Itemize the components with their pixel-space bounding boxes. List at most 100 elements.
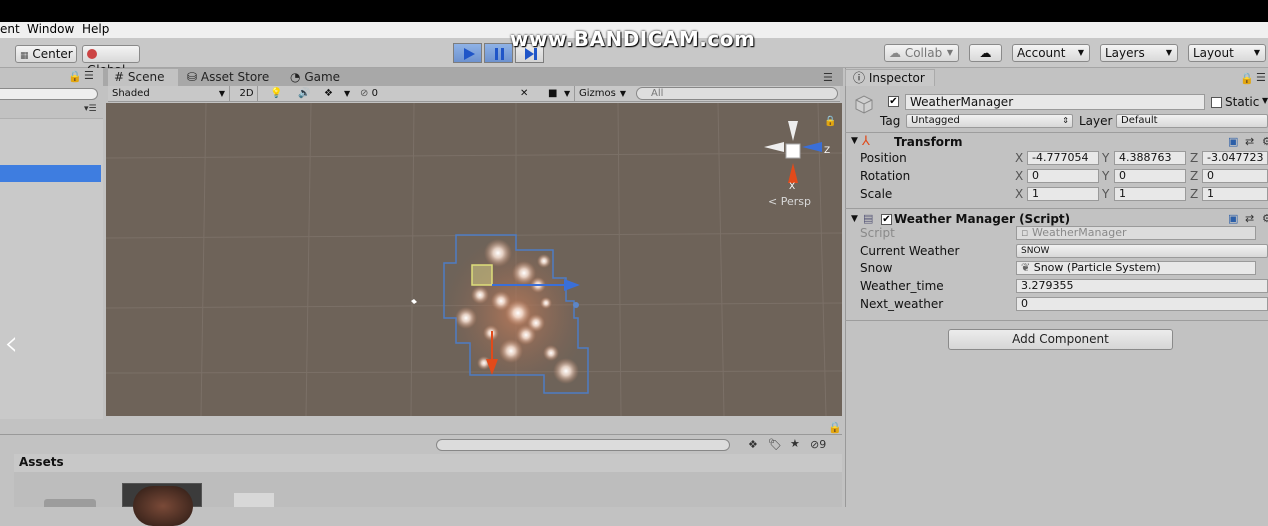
globe-icon bbox=[87, 49, 97, 59]
play-button[interactable] bbox=[453, 43, 482, 63]
weather-time-field[interactable]: 3.279355 bbox=[1016, 279, 1268, 293]
rotation-z-field[interactable]: 0 bbox=[1202, 169, 1268, 183]
axis-y-label[interactable]: Y bbox=[1102, 151, 1109, 165]
audio-icon[interactable]: 🔊 bbox=[298, 86, 312, 102]
dropdown-arrow-icon: ▼ bbox=[1253, 48, 1260, 57]
tab-game[interactable]: ◔ Game bbox=[284, 69, 354, 86]
rotation-x-field[interactable]: 0 bbox=[1027, 169, 1099, 183]
gizmos-dropdown[interactable]: Gizmos ▼ bbox=[574, 86, 628, 102]
scene-lock-icon[interactable]: 🔒 bbox=[824, 115, 836, 127]
pivot-center-button[interactable]: ▦ Center bbox=[15, 45, 77, 63]
position-y-field[interactable]: 4.388763 bbox=[1114, 151, 1186, 165]
next-weather-field[interactable]: 0 bbox=[1016, 297, 1268, 311]
menu-item-help[interactable]: Help bbox=[82, 22, 109, 36]
axis-z-label[interactable]: Z bbox=[1190, 169, 1198, 183]
add-component-button[interactable]: Add Component bbox=[948, 329, 1173, 350]
gameobject-cube-icon bbox=[852, 93, 876, 115]
gizmo-z-arrow-icon[interactable] bbox=[564, 279, 580, 291]
hidden-packages-toggle[interactable]: ⊘9 bbox=[810, 438, 826, 451]
layout-dropdown[interactable]: Layout ▼ bbox=[1188, 44, 1266, 62]
scale-x-field[interactable]: 1 bbox=[1027, 187, 1099, 201]
cloud-services-button[interactable]: ☁ bbox=[969, 44, 1002, 62]
chevron-left-icon[interactable]: ‹ bbox=[4, 323, 18, 364]
create-menu-icon[interactable]: ▾☰ bbox=[84, 104, 97, 114]
scene-search-input[interactable]: All bbox=[636, 87, 838, 100]
static-checkbox[interactable] bbox=[1211, 97, 1222, 108]
orientation-gizmo[interactable] bbox=[764, 121, 822, 183]
tag-dropdown[interactable]: Untagged ⇕ bbox=[906, 114, 1073, 128]
panel-menu-icon[interactable]: ☰ bbox=[84, 69, 94, 82]
hierarchy-search-input[interactable] bbox=[0, 88, 98, 100]
scale-y-field[interactable]: 1 bbox=[1114, 187, 1186, 201]
tab-asset-store[interactable]: ⛁ Asset Store bbox=[181, 69, 281, 86]
toggle-2d-button[interactable]: 2D bbox=[236, 86, 258, 102]
scene-viewport[interactable]: Z X < Persp 🔒 bbox=[106, 103, 842, 416]
active-checkbox[interactable]: ✔ bbox=[888, 96, 899, 107]
snow-value: Snow (Particle System) bbox=[1033, 261, 1161, 274]
account-label: Account bbox=[1017, 46, 1066, 60]
axis-x-label[interactable]: X bbox=[1015, 151, 1023, 165]
lock-icon[interactable]: 🔒 bbox=[828, 421, 842, 434]
position-x-field[interactable]: -4.777054 bbox=[1027, 151, 1099, 165]
pause-button[interactable] bbox=[484, 43, 513, 63]
axis-y-label[interactable]: Y bbox=[1102, 187, 1109, 201]
scene-canvas[interactable]: Z X < Persp 🔒 bbox=[106, 103, 842, 416]
effects-icon[interactable]: ❖ bbox=[324, 86, 342, 102]
tab-scene[interactable]: # Scene bbox=[108, 69, 178, 86]
rotation-y-field[interactable]: 0 bbox=[1114, 169, 1186, 183]
perspective-label[interactable]: < Persp bbox=[768, 195, 811, 208]
help-book-icon[interactable]: ▣ bbox=[1228, 135, 1238, 148]
collab-button[interactable]: ☁ Collab ▼ bbox=[884, 44, 959, 62]
asset-thumbnail[interactable] bbox=[122, 483, 202, 526]
pivot-global-button[interactable]: Global bbox=[82, 45, 140, 77]
gear-icon[interactable]: ⚙ bbox=[1262, 135, 1268, 148]
dropdown-arrow-icon: ▼ bbox=[218, 89, 225, 98]
filter-label-icon[interactable]: 🏷 bbox=[768, 438, 782, 451]
folder-icon[interactable] bbox=[44, 499, 96, 507]
gear-icon[interactable]: ⚙ bbox=[1262, 212, 1268, 225]
hidden-objects-toggle[interactable]: ⊘ 0 bbox=[360, 86, 386, 102]
foldout-arrow-icon[interactable]: ▼ bbox=[851, 136, 858, 146]
lock-icon[interactable]: 🔒 bbox=[68, 70, 82, 83]
assets-breadcrumb[interactable]: Assets bbox=[14, 454, 842, 472]
layers-dropdown[interactable]: Layers ▼ bbox=[1100, 44, 1178, 62]
preset-icon[interactable]: ⇄ bbox=[1245, 212, 1254, 225]
tag-value: Untagged bbox=[911, 115, 960, 126]
scale-z-field[interactable]: 1 bbox=[1202, 187, 1268, 201]
component-enabled-checkbox[interactable]: ✔ bbox=[881, 214, 892, 225]
dropdown-arrow-icon[interactable]: ▼ bbox=[1262, 96, 1268, 105]
panel-menu-icon[interactable]: ☰ bbox=[823, 71, 833, 84]
axis-z-label[interactable]: Z bbox=[1190, 187, 1198, 201]
file-icon[interactable] bbox=[234, 493, 274, 507]
tab-inspector[interactable]: ⓘ Inspector bbox=[845, 69, 935, 86]
project-search-input[interactable] bbox=[436, 439, 730, 451]
selection-handle[interactable] bbox=[471, 264, 493, 286]
dropdown-arrow-icon[interactable]: ▼ bbox=[344, 86, 352, 102]
snow-object-field[interactable]: ❦ Snow (Particle System) bbox=[1016, 261, 1256, 275]
help-book-icon[interactable]: ▣ bbox=[1228, 212, 1238, 225]
lock-icon[interactable]: 🔒 bbox=[1240, 72, 1254, 85]
foldout-arrow-icon[interactable]: ▼ bbox=[851, 214, 858, 224]
lighting-icon[interactable]: 💡 bbox=[270, 86, 284, 102]
layer-dropdown[interactable]: Default bbox=[1116, 114, 1268, 128]
tools-icon[interactable]: ✕ bbox=[520, 86, 534, 102]
tab-scene-label: Scene bbox=[127, 70, 165, 84]
account-dropdown[interactable]: Account ▼ bbox=[1012, 44, 1090, 62]
favorite-star-icon[interactable]: ★ bbox=[790, 437, 800, 450]
axis-z-label[interactable]: Z bbox=[1190, 151, 1198, 165]
position-z-field[interactable]: -3.047723 bbox=[1202, 151, 1268, 165]
preset-icon[interactable]: ⇄ bbox=[1245, 135, 1254, 148]
dropdown-arrow-icon[interactable]: ▼ bbox=[564, 86, 572, 102]
current-weather-dropdown[interactable]: SNOW bbox=[1016, 244, 1268, 258]
axis-x-label[interactable]: X bbox=[1015, 187, 1023, 201]
shading-mode-dropdown[interactable]: Shaded ▼ bbox=[112, 86, 230, 102]
axis-x-label[interactable]: X bbox=[1015, 169, 1023, 183]
project-toolbar: ❖ 🏷 ★ ⊘9 🔒 bbox=[0, 421, 842, 454]
hierarchy-selected-item[interactable] bbox=[0, 165, 101, 182]
object-name-field[interactable]: WeatherManager bbox=[905, 94, 1205, 110]
menu-item-component[interactable]: ent bbox=[0, 22, 20, 36]
filter-type-icon[interactable]: ❖ bbox=[748, 438, 758, 451]
panel-menu-icon[interactable]: ☰ bbox=[1256, 71, 1266, 84]
axis-y-label[interactable]: Y bbox=[1102, 169, 1109, 183]
menu-item-window[interactable]: Window bbox=[27, 22, 74, 36]
